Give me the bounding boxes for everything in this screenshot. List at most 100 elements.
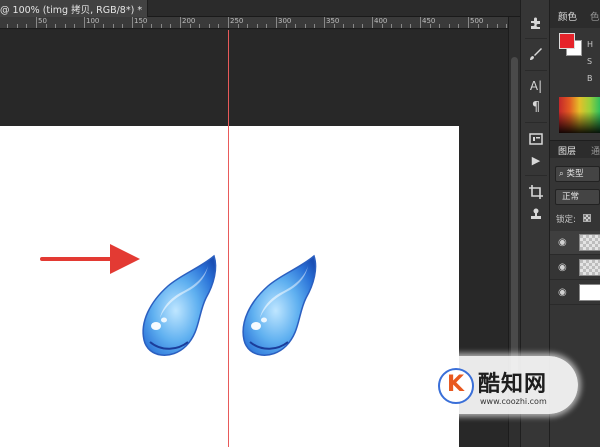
ruler-minor-tick [487,24,489,28]
watermark-logo-letter: K [447,372,465,397]
tab-swatches[interactable]: 色 [590,9,600,23]
ruler-minor-tick [247,24,249,28]
ruler-minor-tick [218,24,220,28]
ruler-minor-tick [237,24,239,28]
ruler-minor-tick [333,24,335,28]
document-tab[interactable]: @ 100% (timg 拷贝, RGB/8*) * [0,0,148,17]
ruler-minor-tick [496,24,498,28]
ruler-major-tick [228,17,229,28]
ruler-major-tick [372,17,373,28]
ruler-minor-tick [304,24,306,28]
vertical-guide-line[interactable] [228,30,229,447]
ruler-minor-tick [141,24,143,28]
ruler-minor-tick [448,24,450,28]
ruler-minor-tick [208,24,210,28]
crop-icon[interactable] [525,181,547,203]
ruler-major-tick [132,17,133,28]
ruler-minor-tick [55,24,57,28]
brush-icon[interactable] [525,43,547,65]
water-drop-right[interactable] [242,254,317,356]
channel-h-label: H [587,40,594,49]
layer-filter-select[interactable]: ⌕ 类型 [555,166,600,182]
watermark-logo: K [438,368,474,404]
watermark: K 酷知网 www.coozhi.com [428,356,578,414]
red-arrow [40,244,140,274]
layer-row[interactable]: ◉ [550,231,600,255]
ruler-minor-tick [74,24,76,28]
ruler-minor-tick [477,24,479,28]
tab-layers[interactable]: 图层 [558,144,576,157]
eye-icon[interactable]: ◉ [558,287,567,298]
channel-b-label: B [587,74,593,83]
ruler-minor-tick [400,24,402,28]
document-title: @ 100% (timg 拷贝, RGB/8*) * [0,5,143,16]
ruler-minor-tick [151,24,153,28]
ruler-minor-tick [26,24,28,28]
ruler-minor-tick [93,24,95,28]
search-icon: ⌕ [559,169,564,179]
ruler-minor-tick [112,24,114,28]
water-drop-left[interactable] [142,254,217,356]
watermark-name: 酷知网 [478,372,548,397]
ruler-minor-tick [122,24,124,28]
ruler-minor-tick [343,24,345,28]
ruler-major-tick [36,17,37,28]
ruler-major-tick [84,17,85,28]
puzzle-plugin-icon[interactable] [525,12,547,34]
ruler-minor-tick [45,24,47,28]
info-icon[interactable] [525,128,547,150]
stamp-icon[interactable] [525,203,547,225]
layer-row[interactable]: ◉ [550,256,600,280]
watermark-url: www.coozhi.com [480,397,547,406]
ruler-minor-tick [439,24,441,28]
tab-channels[interactable]: 通 [591,144,600,157]
ruler-minor-tick [199,24,201,28]
layer-row[interactable]: ◉ [550,281,600,305]
artboard[interactable] [0,126,459,447]
color-spectrum[interactable] [559,97,600,133]
lock-transparent-pixels-icon[interactable] [583,214,591,222]
ruler-minor-tick [381,24,383,28]
layers-panel-tabs: 图层 通 [550,140,600,158]
blend-mode-select[interactable]: 正常 [555,189,600,205]
ruler-minor-tick [295,24,297,28]
ruler-minor-tick [285,24,287,28]
ruler-minor-tick [7,24,9,28]
ruler-minor-tick [410,24,412,28]
layer-thumbnail [579,234,600,251]
eye-icon[interactable]: ◉ [558,237,567,248]
ruler-minor-tick [314,24,316,28]
ruler-minor-tick [160,24,162,28]
ruler-major-tick [420,17,421,28]
ruler-minor-tick [16,24,18,28]
ruler-minor-tick [352,24,354,28]
eye-icon[interactable]: ◉ [558,262,567,273]
tab-color[interactable]: 颜色 [558,9,577,23]
ruler-minor-tick [103,24,105,28]
foreground-color-swatch[interactable] [559,33,575,49]
scrollbar-thumb[interactable] [511,57,518,377]
ruler-minor-tick [189,24,191,28]
character-text-icon[interactable]: A| [525,75,547,97]
ruler-minor-tick [429,24,431,28]
ruler-minor-tick [266,24,268,28]
ruler-minor-tick [362,24,364,28]
color-panel-tabs: 颜色 色 [550,0,600,28]
layer-thumbnail [579,259,600,276]
ruler-major-tick [324,17,325,28]
paragraph-icon[interactable]: ¶ [525,96,547,118]
ruler-minor-tick [170,24,172,28]
artwork-svg [40,244,317,356]
ruler-minor-tick [64,24,66,28]
ruler-minor-tick [458,24,460,28]
ruler-minor-tick [256,24,258,28]
ruler-major-tick [468,17,469,28]
horizontal-ruler[interactable]: 50 100 150 200 250 300 350 400 450 500 [0,17,508,29]
ruler-major-tick [276,17,277,28]
play-action-icon[interactable]: ▶ [525,149,547,171]
layer-thumbnail [579,284,600,301]
ruler-major-tick [180,17,181,28]
channel-s-label: S [587,57,593,66]
ruler-minor-tick [391,24,393,28]
tab-strip [148,0,520,17]
